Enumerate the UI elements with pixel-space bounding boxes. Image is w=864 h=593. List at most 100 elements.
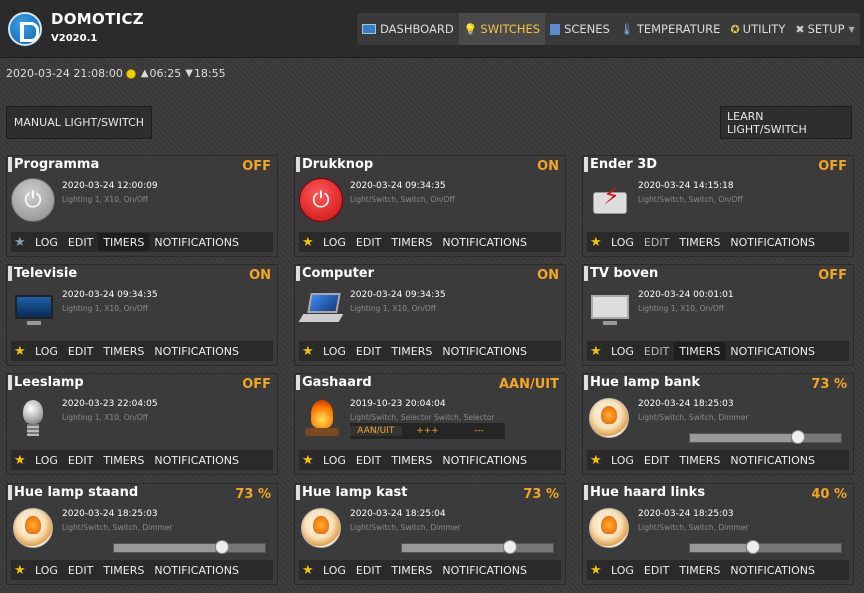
selector-option[interactable]: --- — [453, 426, 505, 436]
timers-button[interactable]: TIMERS — [98, 451, 149, 469]
notifications-button[interactable]: NOTIFICATIONS — [149, 342, 244, 360]
favorite-star-icon[interactable]: ★ — [14, 344, 30, 359]
nav-scenes[interactable]: SCENES — [545, 13, 615, 45]
manual-light-switch-button[interactable]: MANUAL LIGHT/SWITCH — [6, 106, 152, 139]
log-button[interactable]: LOG — [318, 233, 351, 251]
favorite-star-icon[interactable]: ★ — [590, 344, 606, 359]
favorite-star-icon[interactable]: ★ — [14, 235, 30, 250]
hue-lamp-icon[interactable] — [13, 508, 53, 548]
notifications-button[interactable]: NOTIFICATIONS — [437, 561, 532, 579]
slider-handle[interactable] — [215, 540, 229, 554]
edit-button[interactable]: EDIT — [639, 342, 674, 360]
favorite-star-icon[interactable]: ★ — [302, 344, 318, 359]
device-card: Hue lamp staand 73 % 2020-03-24 18:25:03 Li… — [6, 483, 278, 585]
tv-icon[interactable] — [587, 287, 631, 331]
domoticz-logo-icon[interactable] — [8, 12, 42, 46]
device-card: TV boven OFF 2020-03-24 00:01:01 Lighting 1… — [582, 264, 854, 366]
timers-button[interactable]: TIMERS — [98, 342, 149, 360]
timers-button[interactable]: TIMERS — [386, 342, 437, 360]
utility-icon: ✪ — [730, 22, 740, 36]
favorite-star-icon[interactable]: ★ — [14, 563, 30, 578]
hue-lamp-icon[interactable] — [589, 508, 629, 548]
timers-button[interactable]: TIMERS — [674, 561, 725, 579]
fireplace-icon[interactable] — [299, 396, 343, 440]
nav-temperature[interactable]: 🌡 TEMPERATURE — [615, 13, 726, 45]
slider-handle[interactable] — [746, 540, 760, 554]
timers-button[interactable]: TIMERS — [674, 342, 726, 360]
nav-utility[interactable]: ✪ UTILITY — [725, 13, 790, 45]
notifications-button[interactable]: NOTIFICATIONS — [725, 561, 820, 579]
tv-icon[interactable] — [11, 287, 55, 331]
edit-button[interactable]: EDIT — [351, 233, 386, 251]
timers-button[interactable]: TIMERS — [674, 451, 725, 469]
edit-button[interactable]: EDIT — [351, 561, 386, 579]
device-name: Hue lamp bank — [590, 375, 701, 390]
favorite-star-icon[interactable]: ★ — [302, 453, 318, 468]
selector-option[interactable]: +++ — [402, 426, 454, 436]
selector-option[interactable]: AAN/UIT — [350, 426, 402, 436]
learn-light-switch-button[interactable]: LEARN LIGHT/SWITCH — [720, 106, 852, 139]
edit-button[interactable]: EDIT — [63, 561, 98, 579]
notifications-button[interactable]: NOTIFICATIONS — [725, 233, 820, 251]
power-button-icon[interactable] — [11, 178, 55, 222]
notifications-button[interactable]: NOTIFICATIONS — [725, 342, 820, 360]
timers-button[interactable]: TIMERS — [386, 561, 437, 579]
favorite-star-icon[interactable]: ★ — [14, 453, 30, 468]
notifications-button[interactable]: NOTIFICATIONS — [149, 561, 244, 579]
edit-button[interactable]: EDIT — [351, 451, 386, 469]
log-button[interactable]: LOG — [318, 451, 351, 469]
favorite-star-icon[interactable]: ★ — [302, 563, 318, 578]
timers-button[interactable]: TIMERS — [386, 451, 437, 469]
log-button[interactable]: LOG — [30, 561, 63, 579]
bulb-icon[interactable] — [11, 396, 55, 440]
notifications-button[interactable]: NOTIFICATIONS — [437, 233, 532, 251]
dimmer-slider[interactable] — [401, 540, 554, 554]
notifications-button[interactable]: NOTIFICATIONS — [725, 451, 820, 469]
slider-handle[interactable] — [503, 540, 517, 554]
hue-lamp-icon[interactable] — [301, 508, 341, 548]
favorite-star-icon[interactable]: ★ — [590, 563, 606, 578]
edit-button[interactable]: EDIT — [639, 451, 674, 469]
dimmer-slider[interactable] — [113, 540, 266, 554]
edit-button[interactable]: EDIT — [639, 561, 674, 579]
hue-lamp-icon[interactable] — [589, 398, 629, 438]
timers-button[interactable]: TIMERS — [386, 233, 437, 251]
timers-button[interactable]: TIMERS — [98, 233, 150, 251]
nav-switches[interactable]: 💡 SWITCHES — [458, 13, 546, 45]
edit-button[interactable]: EDIT — [63, 342, 98, 360]
dimmer-slider[interactable] — [689, 540, 842, 554]
notifications-button[interactable]: NOTIFICATIONS — [437, 342, 532, 360]
log-button[interactable]: LOG — [318, 342, 351, 360]
device-actions: ★ LOG EDIT TIMERS NOTIFICATIONS — [299, 232, 561, 252]
favorite-star-icon[interactable]: ★ — [590, 453, 606, 468]
printer-icon[interactable]: ⚡ — [587, 178, 631, 222]
nav-setup[interactable]: ✖ SETUP ▼ — [790, 13, 859, 45]
log-button[interactable]: LOG — [606, 451, 639, 469]
edit-button[interactable]: EDIT — [63, 233, 98, 251]
log-button[interactable]: LOG — [318, 561, 351, 579]
favorite-star-icon[interactable]: ★ — [302, 235, 318, 250]
notifications-button[interactable]: NOTIFICATIONS — [149, 451, 244, 469]
timers-button[interactable]: TIMERS — [98, 561, 149, 579]
log-button[interactable]: LOG — [30, 451, 63, 469]
device-name: Ender 3D — [590, 157, 658, 172]
sun-icon — [125, 68, 136, 79]
favorite-star-icon[interactable]: ★ — [590, 235, 606, 250]
edit-button[interactable]: EDIT — [63, 451, 98, 469]
edit-button[interactable]: EDIT — [639, 233, 674, 251]
laptop-icon[interactable] — [298, 287, 344, 331]
edit-button[interactable]: EDIT — [351, 342, 386, 360]
log-button[interactable]: LOG — [606, 342, 639, 360]
device-actions: ★ LOG EDIT TIMERS NOTIFICATIONS — [587, 450, 849, 470]
timers-button[interactable]: TIMERS — [674, 233, 725, 251]
log-button[interactable]: LOG — [30, 342, 63, 360]
nav-dashboard[interactable]: DASHBOARD — [357, 13, 459, 45]
dimmer-slider[interactable] — [689, 430, 842, 444]
log-button[interactable]: LOG — [606, 561, 639, 579]
log-button[interactable]: LOG — [606, 233, 639, 251]
slider-handle[interactable] — [791, 430, 805, 444]
notifications-button[interactable]: NOTIFICATIONS — [437, 451, 532, 469]
notifications-button[interactable]: NOTIFICATIONS — [149, 233, 244, 251]
log-button[interactable]: LOG — [30, 233, 63, 251]
power-button-icon[interactable] — [299, 178, 343, 222]
